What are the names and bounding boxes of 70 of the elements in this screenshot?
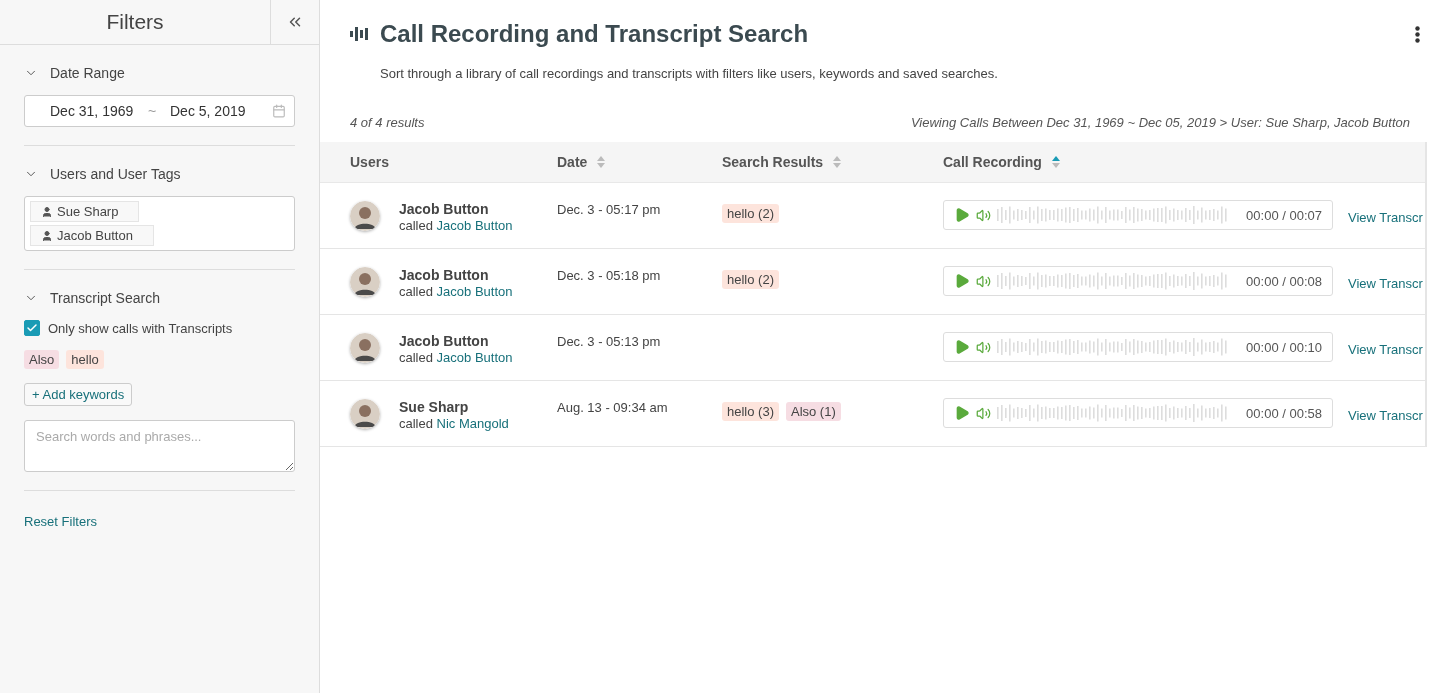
search-field[interactable]: Search words and phrases... bbox=[24, 420, 295, 472]
column-header[interactable]: Call Recording bbox=[943, 154, 1060, 170]
volume-icon[interactable] bbox=[976, 405, 991, 421]
user-tag[interactable]: Sue Sharp bbox=[30, 201, 140, 222]
user-name: Sue Sharp bbox=[399, 399, 470, 415]
view-transcript-link[interactable]: View Transcr bbox=[1333, 183, 1425, 225]
play-button[interactable] bbox=[954, 207, 970, 223]
check-icon bbox=[26, 322, 38, 334]
call-date: Aug. 13 - 09:34 am bbox=[557, 399, 669, 415]
avatar-icon bbox=[350, 267, 380, 297]
result-tag: hello (2) bbox=[722, 270, 779, 289]
keyword-tag: hello bbox=[66, 350, 104, 369]
play-time: 00:00 / 00:07 bbox=[1246, 207, 1322, 223]
keyword-tag: Also bbox=[24, 350, 60, 369]
person-icon bbox=[41, 229, 53, 242]
play-button[interactable] bbox=[954, 273, 970, 289]
results-count: 4 of 4 results bbox=[350, 115, 425, 130]
callee-text: called Jacob Button bbox=[399, 350, 513, 365]
view-transcript-link[interactable]: View Transcr bbox=[1333, 381, 1425, 423]
volume-icon[interactable] bbox=[976, 339, 991, 355]
person-icon bbox=[41, 205, 53, 218]
calendar-icon bbox=[272, 104, 286, 118]
play-time: 00:00 / 00:10 bbox=[1246, 339, 1322, 355]
page-title: Call Recording and Transcript Search bbox=[380, 20, 810, 48]
play-button[interactable] bbox=[954, 339, 970, 355]
user-name: Jacob Button bbox=[399, 333, 490, 349]
user-name: Jacob Button bbox=[399, 267, 490, 283]
callee-text: called Nic Mangold bbox=[399, 416, 509, 431]
callee-link[interactable]: Nic Mangold bbox=[436, 416, 509, 431]
section-header[interactable]: Date Range bbox=[24, 65, 125, 81]
callee-text: called Jacob Button bbox=[399, 218, 513, 233]
waveform-icon bbox=[350, 26, 370, 42]
column-header[interactable]: Search Results bbox=[722, 154, 842, 170]
avatar-icon bbox=[350, 399, 380, 429]
section-header[interactable]: Transcript Search bbox=[24, 290, 160, 306]
play-button[interactable] bbox=[954, 405, 970, 421]
volume-icon[interactable] bbox=[976, 273, 991, 289]
call-date: Dec. 3 - 05:17 pm bbox=[557, 201, 662, 217]
callee-link[interactable]: Jacob Button bbox=[436, 284, 513, 299]
reset-filters-link[interactable]: Reset Filters bbox=[24, 514, 97, 529]
callee-text: called Jacob Button bbox=[399, 284, 513, 299]
avatar-icon bbox=[350, 333, 380, 363]
callee-link[interactable]: Jacob Button bbox=[436, 350, 513, 365]
result-tag: Also (1) bbox=[785, 402, 841, 421]
date-range-field[interactable]: Dec 31, 1969 ~ Dec 5, 2019 bbox=[24, 95, 295, 127]
call-date: Dec. 3 - 05:13 pm bbox=[557, 333, 662, 349]
play-time: 00:00 / 00:58 bbox=[1246, 405, 1322, 421]
page-description: Sort through a library of call recordings and transcripts with filters like users, keywords and saved searches. bbox=[380, 66, 999, 81]
call-date: Dec. 3 - 05:18 pm bbox=[557, 267, 662, 283]
checkbox-label: Only show calls with Transcripts bbox=[48, 320, 233, 336]
sidebar-title: Filters bbox=[105, 9, 165, 35]
more-vertical-icon bbox=[1415, 25, 1420, 43]
play-time: 00:00 / 00:08 bbox=[1246, 273, 1322, 289]
users-field[interactable]: Sue Sharp Jacob Button bbox=[24, 196, 295, 251]
callee-link[interactable]: Jacob Button bbox=[436, 218, 513, 233]
user-name: Jacob Button bbox=[399, 201, 490, 217]
more-options-button[interactable] bbox=[1415, 25, 1420, 43]
user-tag[interactable]: Jacob Button bbox=[30, 225, 154, 246]
add-keywords-button[interactable]: + Add keywords bbox=[24, 383, 133, 406]
filter-summary: Viewing Calls Between Dec 31, 1969 ~ Dec 05, 2019 > User: Sue Sharp, Jacob Button bbox=[910, 115, 1410, 130]
section-header[interactable]: Users and User Tags bbox=[24, 166, 181, 182]
volume-icon[interactable] bbox=[976, 207, 991, 223]
result-tag: hello (2) bbox=[722, 204, 779, 223]
view-transcript-link[interactable]: View Transcr bbox=[1333, 249, 1425, 291]
column-header[interactable]: Users bbox=[350, 154, 389, 170]
checkbox[interactable] bbox=[24, 320, 40, 336]
view-transcript-link[interactable]: View Transcr bbox=[1333, 315, 1425, 357]
result-tag: hello (3) bbox=[722, 402, 779, 421]
avatar-icon bbox=[350, 201, 380, 231]
column-header[interactable]: Date bbox=[557, 154, 606, 170]
